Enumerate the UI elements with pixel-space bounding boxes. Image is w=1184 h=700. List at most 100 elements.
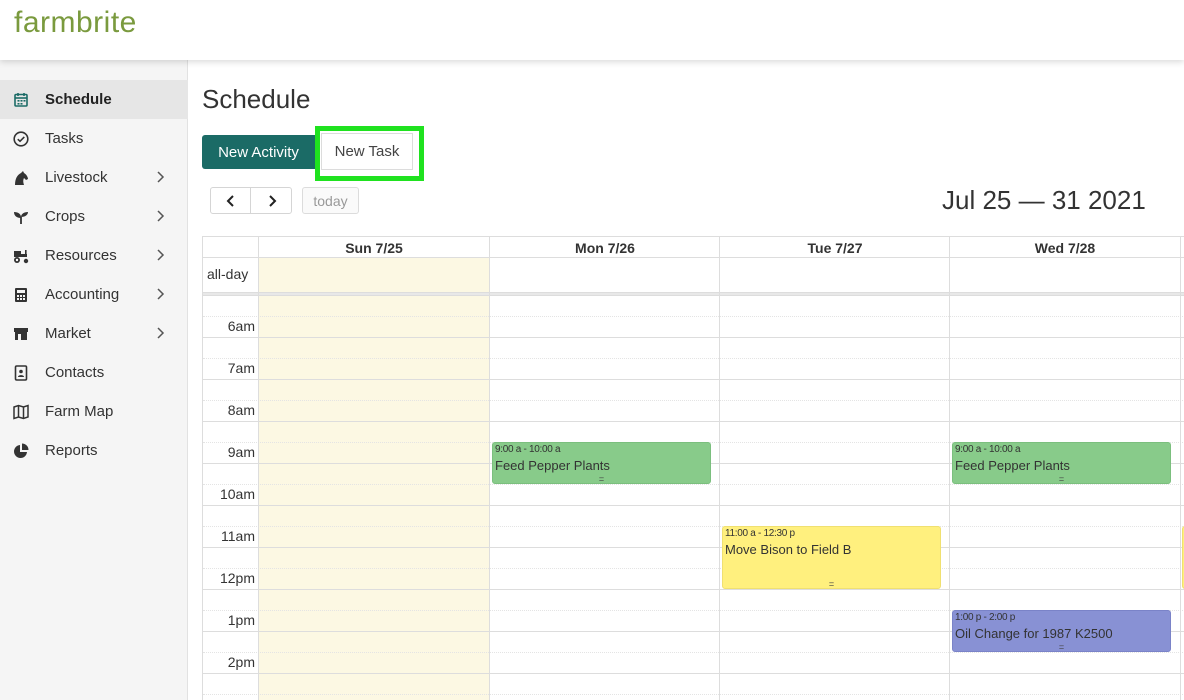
- calendar-event[interactable]: 11:00 a - 12:30 p Move Bison to Field B …: [722, 526, 941, 589]
- hour-line: [203, 337, 1184, 338]
- column-divider: [258, 236, 259, 700]
- sidebar-item-livestock[interactable]: Livestock: [0, 158, 188, 197]
- half-hour-line: [203, 694, 1184, 695]
- half-hour-line: [203, 316, 1184, 317]
- check-circle-icon: [13, 131, 29, 147]
- next-week-button[interactable]: [252, 188, 292, 213]
- chevron-right-icon: [157, 327, 165, 339]
- chevron-right-icon: [157, 249, 165, 261]
- allday-divider: [203, 292, 1184, 296]
- chevron-right-icon: [269, 194, 277, 207]
- event-title: Oil Change for 1987 K2500: [955, 626, 1113, 641]
- farmbrite-logo[interactable]: farmbrite: [14, 6, 137, 40]
- address-book-icon: [14, 365, 28, 381]
- time-label: 7am: [227, 360, 255, 376]
- time-label: 12pm: [219, 570, 255, 586]
- date-range-title: Jul 25 — 31 2021: [942, 185, 1146, 215]
- sidebar-item-label: Crops: [45, 208, 86, 225]
- day-header-sun: Sun 7/25: [345, 240, 403, 256]
- event-resize-handle[interactable]: =: [493, 474, 710, 483]
- chevron-right-icon: [157, 210, 165, 222]
- sidebar-item-label: Accounting: [45, 286, 120, 303]
- page-title: Schedule: [202, 84, 311, 114]
- time-label: 2pm: [227, 654, 255, 670]
- store-icon: [14, 328, 28, 340]
- new-task-button[interactable]: New Task: [321, 133, 413, 170]
- event-title: Feed Pepper Plants: [495, 458, 610, 473]
- sidebar-item-crops[interactable]: Crops: [0, 197, 188, 236]
- time-label: 8am: [227, 402, 255, 418]
- event-time: 11:00 a - 12:30 p: [725, 528, 795, 539]
- chevron-right-icon: [157, 288, 165, 300]
- event-resize-handle[interactable]: =: [953, 642, 1170, 651]
- calendar-event[interactable]: 1:00 p - 2:00 p Oil Change for 1987 K250…: [952, 610, 1171, 652]
- column-divider: [1180, 236, 1181, 700]
- tractor-icon: [14, 250, 29, 264]
- hour-line: [203, 379, 1184, 380]
- column-divider: [489, 236, 490, 700]
- half-hour-line: [203, 526, 1184, 527]
- event-time: 9:00 a - 10:00 a: [955, 444, 1021, 455]
- calculator-icon: [15, 288, 27, 302]
- day-header-row: Sun 7/25 Mon 7/26 Tue 7/27 Wed 7/28: [203, 236, 1184, 258]
- calendar-event[interactable]: 9:00 a - 10:00 a Feed Pepper Plants =: [952, 442, 1171, 484]
- allday-label: all-day: [207, 266, 249, 282]
- prev-week-button[interactable]: [211, 188, 251, 213]
- sidebar-item-label: Schedule: [45, 91, 112, 108]
- top-bar: farmbrite: [0, 0, 1184, 60]
- column-divider: [949, 236, 950, 700]
- sidebar: Schedule Tasks Livestock Crops Resources…: [0, 60, 188, 700]
- horse-icon: [15, 171, 28, 185]
- time-label: 9am: [227, 444, 255, 460]
- day-header-wed: Wed 7/28: [1034, 240, 1096, 256]
- event-title: Move Bison to Field B: [725, 542, 852, 557]
- sidebar-item-label: Market: [45, 325, 91, 342]
- hour-line: [203, 547, 1184, 548]
- sidebar-item-tasks[interactable]: Tasks: [0, 119, 188, 158]
- event-time: 1:00 p - 2:00 p: [955, 612, 1015, 623]
- week-calendar: Sun 7/25 Mon 7/26 Tue 7/27 Wed 7/28 all-…: [202, 236, 1184, 700]
- calendar-icon: [14, 93, 28, 107]
- event-resize-handle[interactable]: =: [953, 474, 1170, 483]
- half-hour-line: [203, 484, 1184, 485]
- sidebar-item-label: Farm Map: [45, 403, 114, 420]
- time-label: 1pm: [227, 612, 255, 628]
- today-allday-cell[interactable]: [259, 258, 489, 292]
- day-header-mon: Mon 7/26: [575, 240, 635, 256]
- half-hour-line: [203, 568, 1184, 569]
- sidebar-item-label: Tasks: [45, 130, 84, 147]
- chevron-right-icon: [157, 171, 165, 183]
- event-resize-handle[interactable]: =: [723, 579, 940, 588]
- week-nav-group: [210, 187, 292, 214]
- event-time: 9:00 a - 10:00 a: [495, 444, 561, 455]
- chevron-left-icon: [226, 194, 234, 207]
- event-title: Feed Pepper Plants: [955, 458, 1070, 473]
- today-column[interactable]: [259, 296, 489, 700]
- hour-line: [203, 673, 1184, 674]
- sidebar-item-market[interactable]: Market: [0, 314, 188, 353]
- day-header-tue: Tue 7/27: [807, 240, 863, 256]
- sidebar-item-contacts[interactable]: Contacts: [0, 353, 188, 392]
- sidebar-item-farm-map[interactable]: Farm Map: [0, 392, 188, 431]
- sidebar-item-resources[interactable]: Resources: [0, 236, 188, 275]
- time-label: 10am: [219, 486, 255, 502]
- today-button[interactable]: today: [302, 187, 359, 214]
- column-divider: [719, 236, 720, 700]
- half-hour-line: [203, 358, 1184, 359]
- sidebar-item-label: Resources: [45, 247, 117, 264]
- time-label: 11am: [221, 528, 255, 544]
- seedling-icon: [14, 212, 28, 224]
- half-hour-line: [203, 400, 1184, 401]
- new-activity-button[interactable]: New Activity: [202, 135, 315, 169]
- sidebar-item-label: Livestock: [45, 169, 108, 186]
- time-label: 6am: [227, 318, 255, 334]
- sidebar-item-label: Contacts: [45, 364, 105, 381]
- hour-line: [203, 589, 1184, 590]
- pie-chart-icon: [14, 443, 29, 458]
- sidebar-item-accounting[interactable]: Accounting: [0, 275, 188, 314]
- sidebar-item-reports[interactable]: Reports: [0, 431, 188, 470]
- calendar-event[interactable]: 9:00 a - 10:00 a Feed Pepper Plants =: [492, 442, 711, 484]
- hour-line: [203, 505, 1184, 506]
- map-icon: [13, 404, 29, 420]
- sidebar-item-schedule[interactable]: Schedule: [0, 80, 188, 119]
